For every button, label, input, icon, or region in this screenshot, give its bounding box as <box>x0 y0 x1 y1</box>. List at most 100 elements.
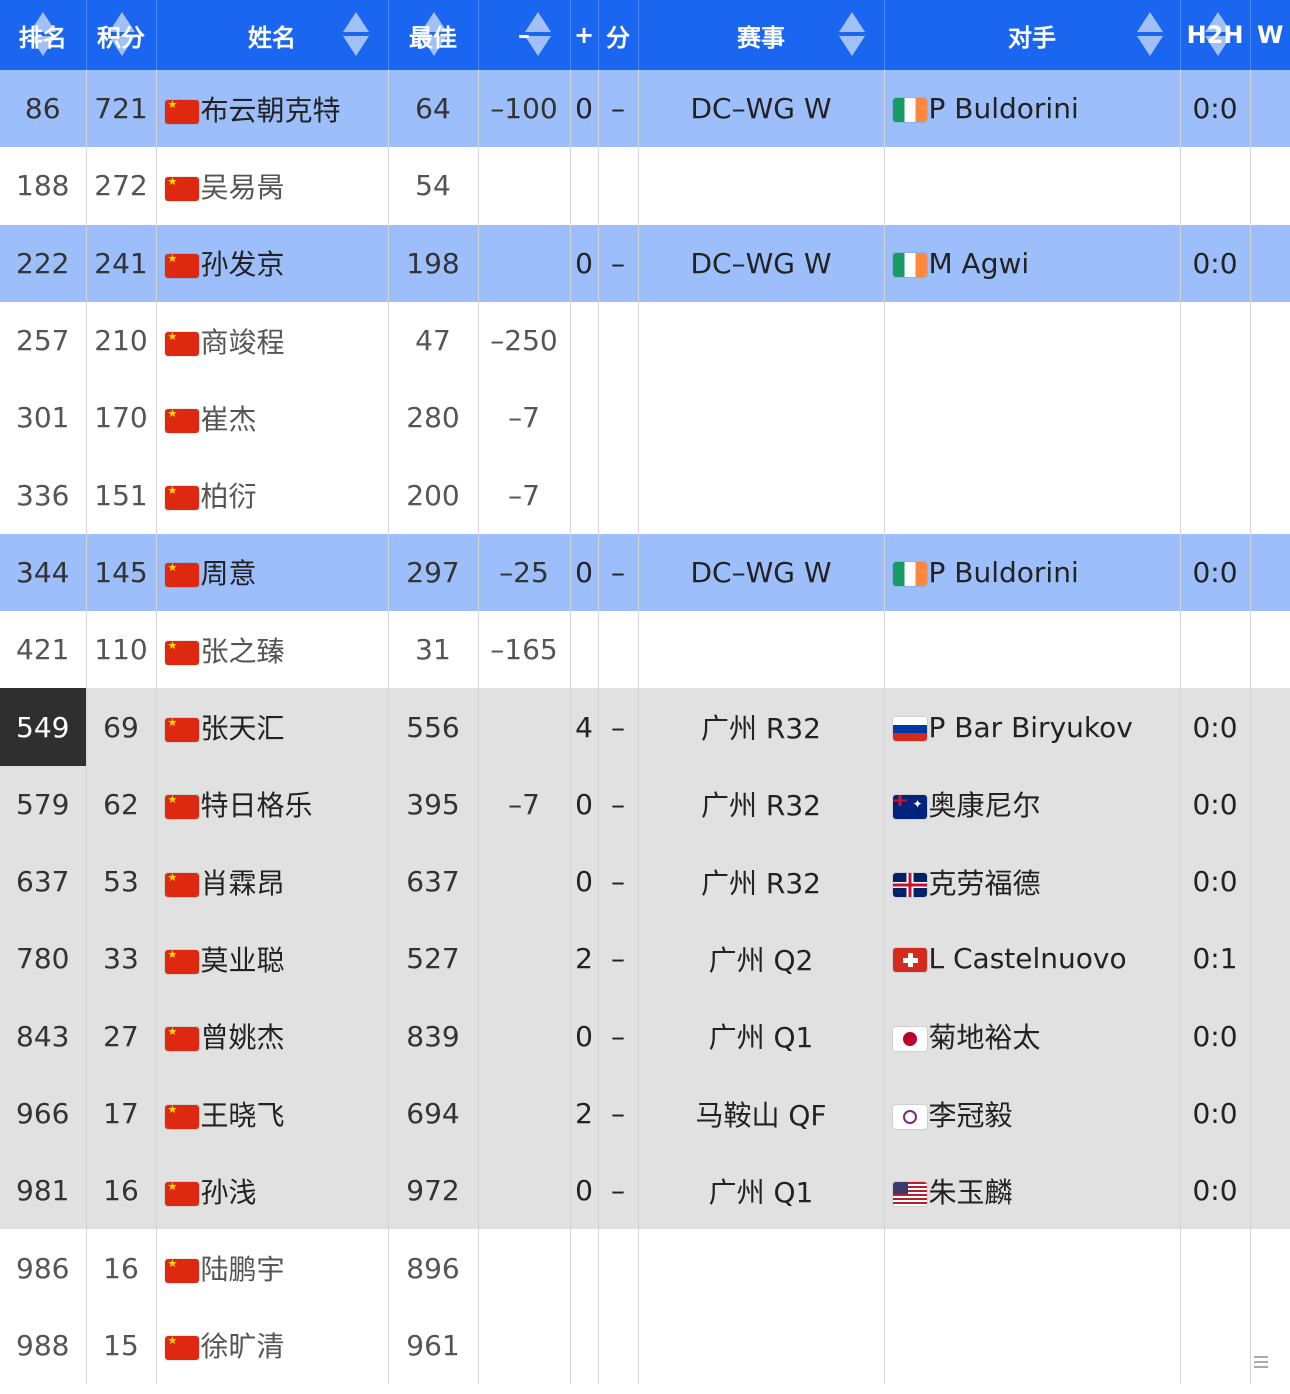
table-row[interactable]: 843 27 曾姚杰 839 0– 广州 Q1 菊地裕太 0:0 <box>0 997 1290 1075</box>
cell-name[interactable]: 特日格乐 <box>156 765 389 843</box>
cell-rank: 780 <box>0 920 87 998</box>
header-plus-label: + <box>573 21 595 49</box>
table-row[interactable]: 421 110 张之臻 31 –165 <box>0 611 1290 689</box>
cell-opp <box>884 1229 1181 1307</box>
table-row[interactable]: 336 151 柏衍 200 –7 <box>0 456 1290 534</box>
header-plus[interactable]: + <box>570 0 599 70</box>
header-h2h[interactable]: H2H <box>1180 0 1251 70</box>
cell-name[interactable]: 周意 <box>156 533 389 612</box>
cell-score-text: – <box>611 1097 625 1130</box>
cell-best-text: 198 <box>406 246 460 280</box>
cell-plus: 2 <box>570 1074 599 1153</box>
cell-plus-text: 2 <box>575 942 593 976</box>
cell-rank: 336 <box>0 456 87 534</box>
cell-rank-text: 988 <box>16 1328 70 1362</box>
cell-plus: 4 <box>570 688 599 766</box>
cell-name[interactable]: 陆鹏宇 <box>156 1229 389 1307</box>
cell-best: 200 <box>388 456 479 534</box>
cell-name[interactable]: 孙发京 <box>156 224 389 302</box>
header-opponent[interactable]: 对手 <box>884 0 1181 70</box>
header-points[interactable]: 积分 <box>86 0 157 70</box>
table-row[interactable]: 86 721 布云朝克特 64 –100 0– DC–WG W P Buldorini 0:0 <box>0 70 1290 148</box>
header-score[interactable]: 分 <box>598 0 639 70</box>
cell-best: 972 <box>388 1152 479 1230</box>
cell-pts-text: 721 <box>94 92 148 126</box>
cell-pts: 33 <box>86 920 157 998</box>
cell-pts: 210 <box>86 301 157 380</box>
cell-event: 广州 Q1 <box>638 997 885 1075</box>
cell-best: 297 <box>388 533 479 612</box>
header-event[interactable]: 赛事 <box>638 0 885 70</box>
cell-name[interactable]: 徐旷清 <box>156 1306 389 1385</box>
cell-plus: 0 <box>570 765 599 843</box>
cell-name[interactable]: 王晓飞 <box>156 1074 389 1153</box>
cell-score: – <box>598 1074 639 1153</box>
cn-flag-icon <box>164 1104 199 1129</box>
cell-h2h <box>1180 379 1251 457</box>
cell-h2h-text: 0:0 <box>1192 1019 1238 1053</box>
cell-name-text: 曾姚杰 <box>200 1021 285 1055</box>
table-row[interactable]: 637 53 肖霖昂 637 0– 广州 R32 克劳福德 0:0 <box>0 842 1290 921</box>
header-best[interactable]: 最佳 <box>388 0 479 70</box>
cell-name[interactable]: 肖霖昂 <box>156 842 389 921</box>
cell-event <box>638 301 885 380</box>
cell-ch: –165 <box>478 611 571 689</box>
cell-name[interactable]: 柏衍 <box>156 456 389 534</box>
table-row[interactable]: 257 210 商竣程 47 –250 <box>0 301 1290 380</box>
cell-name[interactable]: 崔杰 <box>156 379 389 457</box>
cn-flag-icon <box>164 254 199 279</box>
cell-opp-text: P Buldorini <box>928 555 1079 589</box>
table-row[interactable]: 222 241 孙发京 198 0– DC–WG W M Agwi 0:0 <box>0 224 1290 302</box>
cell-plus-text: 0 <box>575 246 593 280</box>
header-rank[interactable]: 排名 <box>0 0 87 70</box>
cell-name[interactable]: 曾姚杰 <box>156 997 389 1075</box>
table-row[interactable]: 344 145 周意 297 –25 0– DC–WG W P Buldorini 0:0 <box>0 533 1290 612</box>
cell-pts: 27 <box>86 997 157 1075</box>
cell-name[interactable]: 张天汇 <box>156 688 389 766</box>
cell-name-text: 肖霖昂 <box>200 866 285 900</box>
cell-rank: 966 <box>0 1074 87 1153</box>
table-row[interactable]: 986 16 陆鹏宇 896 <box>0 1229 1290 1307</box>
cell-name-text: 布云朝克特 <box>200 93 341 127</box>
cell-score <box>598 301 639 380</box>
cell-name[interactable]: 吴易昺 <box>156 147 389 225</box>
cell-rank-text: 780 <box>16 942 70 976</box>
cell-w <box>1250 688 1290 765</box>
header-change[interactable]: – <box>478 0 571 70</box>
cell-opp-text: L Castelnuovo <box>928 942 1127 976</box>
table-row[interactable]: 981 16 孙浅 972 0– 广州 Q1 朱玉麟 0:0 <box>0 1152 1290 1230</box>
header-w[interactable]: W <box>1250 0 1290 70</box>
cell-best-text: 200 <box>406 478 460 512</box>
cell-name[interactable]: 布云朝克特 <box>156 70 389 148</box>
cell-score: – <box>598 920 639 998</box>
cell-name[interactable]: 商竣程 <box>156 301 389 380</box>
header-name[interactable]: 姓名 <box>156 0 389 70</box>
cell-ch: –7 <box>478 765 571 843</box>
cell-opp <box>884 301 1181 380</box>
cell-w <box>1250 302 1290 379</box>
table-row[interactable]: 780 33 莫业聪 527 2– 广州 Q2 L Castelnuovo 0:1 <box>0 920 1290 998</box>
cell-best: 54 <box>388 147 479 225</box>
cell-name[interactable]: 莫业聪 <box>156 920 389 998</box>
cell-score: – <box>598 533 639 612</box>
cell-plus: 0 <box>570 533 599 612</box>
cell-rank: 549 <box>0 688 87 766</box>
cell-best: 31 <box>388 611 479 689</box>
cell-opp <box>884 379 1181 457</box>
cell-pts: 170 <box>86 379 157 457</box>
cell-ch: –100 <box>478 70 571 148</box>
cell-h2h <box>1180 1229 1251 1307</box>
cell-name[interactable]: 张之臻 <box>156 611 389 689</box>
cn-flag-icon <box>164 872 199 897</box>
table-row[interactable]: 579 62 特日格乐 395 –7 0– 广州 R32 奥康尼尔 0:0 <box>0 765 1290 843</box>
cell-rank: 579 <box>0 765 87 843</box>
cell-pts-text: 62 <box>103 787 139 821</box>
table-row[interactable]: 988 15 徐旷清 961 <box>0 1306 1290 1385</box>
cell-name[interactable]: 孙浅 <box>156 1152 389 1230</box>
cell-w <box>1250 534 1290 611</box>
table-row[interactable]: 188 272 吴易昺 54 <box>0 147 1290 225</box>
table-row[interactable]: 301 170 崔杰 280 –7 <box>0 379 1290 457</box>
cell-score-text: – <box>611 1019 625 1053</box>
table-row[interactable]: 966 17 王晓飞 694 2– 马鞍山 QF 李冠毅 0:0 <box>0 1074 1290 1153</box>
table-row[interactable]: 549 69 张天汇 556 4– 广州 R32 P Bar Biryukov 0:0 <box>0 688 1290 766</box>
